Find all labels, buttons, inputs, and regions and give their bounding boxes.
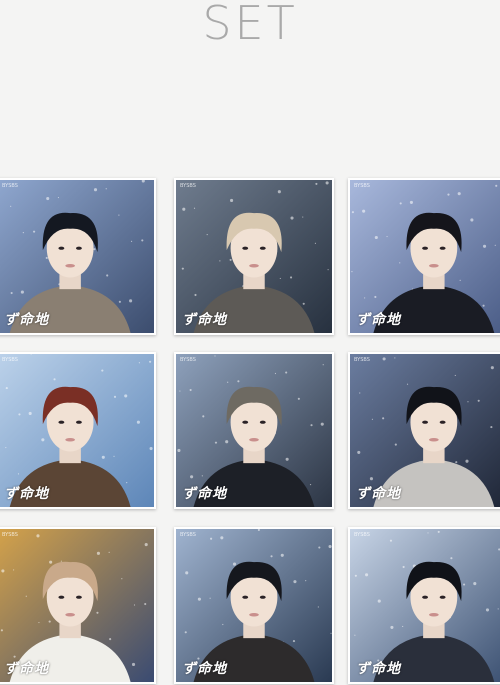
card-brand-mark: BYSBS xyxy=(354,532,370,538)
card-brand-mark: BYSBS xyxy=(2,183,18,189)
photocard: BYSBS ず命地 xyxy=(348,527,500,684)
card-album-logo: ず命地 xyxy=(356,661,401,677)
card-brand-mark: BYSBS xyxy=(354,183,370,189)
card-brand-mark: BYSBS xyxy=(180,532,196,538)
photocard-grid: BYSBS ず命地 BYSBS ず命地 BYSBS ず命地 BYSBS ず命地 BYSB… xyxy=(0,0,500,685)
card-brand-mark: BYSBS xyxy=(354,357,370,363)
card-brand-mark: BYSBS xyxy=(180,183,196,189)
photocard: BYSBS ず命地 xyxy=(174,178,334,335)
card-album-logo: ず命地 xyxy=(182,486,227,502)
photocard: BYSBS ず命地 xyxy=(348,352,500,509)
card-album-logo: ず命地 xyxy=(356,312,401,328)
photocard: BYSBS ず命地 xyxy=(348,178,500,335)
card-album-logo: ず命地 xyxy=(182,661,227,677)
photocard: BYSBS ず命地 xyxy=(0,178,156,335)
card-album-logo: ず命地 xyxy=(356,486,401,502)
card-brand-mark: BYSBS xyxy=(2,532,18,538)
photocard: BYSBS ず命地 xyxy=(0,352,156,509)
card-album-logo: ず命地 xyxy=(4,486,49,502)
card-album-logo: ず命地 xyxy=(182,312,227,328)
photocard: BYSBS ず命地 xyxy=(174,352,334,509)
card-album-logo: ず命地 xyxy=(4,661,49,677)
card-brand-mark: BYSBS xyxy=(2,357,18,363)
product-detail-image: SET BYSBS ず命地 BYSBS ず命地 BYSBS ず命地 BYSBS ず命地 … xyxy=(0,0,500,685)
photocard: BYSBS ず命地 xyxy=(0,527,156,684)
card-brand-mark: BYSBS xyxy=(180,357,196,363)
card-album-logo: ず命地 xyxy=(4,312,49,328)
photocard: BYSBS ず命地 xyxy=(174,527,334,684)
